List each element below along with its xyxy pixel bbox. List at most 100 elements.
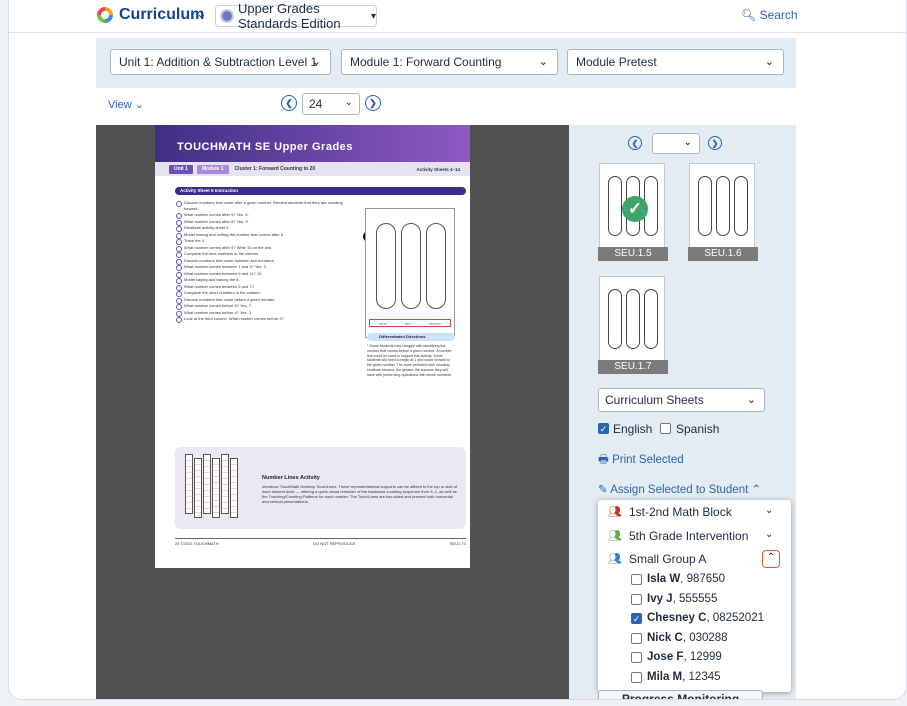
instruction-line: What number comes between 1 and 3? Yes, … <box>175 264 347 271</box>
thumbnail[interactable]: ✓ SEU.1.5 <box>598 163 668 261</box>
chevron-up-icon[interactable]: ⌃ <box>762 550 780 568</box>
document-page: TOUCHMATH SE Upper Grades Unit 1 Module … <box>155 125 470 568</box>
assign-to-student-link[interactable]: ✎ Assign Selected to Student ⌃ <box>598 482 761 496</box>
assessment-select[interactable]: Module Pretest ⌄ <box>567 49 784 75</box>
english-checkbox[interactable]: ✓ <box>598 423 609 434</box>
student-id: 12345 <box>688 670 721 683</box>
instruction-line: Complete the next numbers in the column. <box>175 251 347 258</box>
module-select-value: Module 1: Forward Counting <box>350 55 502 69</box>
page-select[interactable]: 24 ⌄ <box>302 93 360 115</box>
chevron-down-icon: ⌄ <box>134 99 144 111</box>
student-checkbox[interactable] <box>631 593 642 605</box>
chevron-down-icon: ⌄ <box>311 56 321 68</box>
instruction-line: What number comes before 4? Yes, 3. <box>175 310 347 316</box>
touchline-strip <box>203 454 211 514</box>
student-name: Nick C <box>647 631 683 644</box>
chevron-down-icon[interactable]: ⌄ <box>765 505 773 516</box>
thumbnail[interactable]: SEU.1.6 <box>688 163 758 261</box>
sheet-words: nine ten eleven <box>369 319 451 327</box>
page-number: 24 <box>309 97 323 111</box>
spanish-checkbox[interactable] <box>660 423 671 434</box>
diff-body: * Some students may struggle with identi… <box>367 344 452 377</box>
next-page-button[interactable]: ❯ <box>365 95 381 111</box>
view-menu[interactable]: View ⌄ <box>108 98 144 111</box>
doc-header: TOUCHMATH SE Upper Grades <box>155 125 470 162</box>
footer-left: 24 ©2022 TOUCHMATH <box>175 541 219 546</box>
nl-body: Introduce TouchMath Desktop TouchLines. … <box>262 484 458 504</box>
thumb-figure <box>626 289 640 349</box>
group-name: 1st-2nd Math Block <box>629 505 732 519</box>
student-checkbox[interactable] <box>631 652 642 663</box>
student-name: Jose F <box>647 651 684 663</box>
student-label: Isla W, 987650 <box>647 573 725 585</box>
touchline-strip <box>185 454 193 514</box>
student-item[interactable]: Ivy J, 555555 <box>631 592 781 608</box>
touchlines-image <box>185 454 247 520</box>
module-chip: Module 1 <box>196 164 229 174</box>
section-bar: Activity Sheet 5 Instruction <box>175 187 466 195</box>
edition-label: Upper Grades Standards Edition <box>238 1 341 31</box>
student-item[interactable]: Jose F, 12999 <box>631 650 781 666</box>
search-label: Search <box>759 8 798 22</box>
student-id: 12999 <box>689 651 722 663</box>
student-checkbox[interactable] <box>631 632 642 644</box>
thumb-page-select[interactable]: ⌄ <box>652 133 700 154</box>
edition-select[interactable]: Upper Grades Standards Edition ▾ <box>215 1 377 31</box>
divider <box>9 32 906 33</box>
chevron-down-icon: ⌄ <box>764 56 774 68</box>
touchline-strip <box>194 458 202 518</box>
group-item[interactable]: 👥︎ Small Group A ⌃ <box>598 548 791 570</box>
activity-sheet-preview: nine ten eleven <box>365 208 455 338</box>
doc-footer: 24 ©2022 TOUCHMATH DO NOT REPRODUCE SEU1… <box>175 538 466 548</box>
student-checkbox[interactable] <box>631 671 642 683</box>
instruction-line: Discuss numbers that come before a given… <box>175 297 347 303</box>
number-column <box>426 223 446 309</box>
student-item[interactable]: Isla W, 987650 <box>631 572 781 588</box>
thumb-figure <box>734 176 748 236</box>
number-lines-activity: Number Lines Activity Introduce TouchMat… <box>175 447 466 529</box>
module-select[interactable]: Module 1: Forward Counting ⌄ <box>341 49 558 75</box>
progress-monitoring-button[interactable]: Progress Monitoring <box>598 690 763 699</box>
nl-title: Number Lines Activity <box>262 475 320 481</box>
spanish-label: Spanish <box>676 422 720 436</box>
student-checkbox[interactable] <box>631 574 642 585</box>
thumbnail[interactable]: SEU.1.7 <box>598 276 668 374</box>
unit-select[interactable]: Unit 1: Addition & Subtraction Level 1 ⌄ <box>110 49 331 75</box>
sheet-word: ten <box>405 320 411 326</box>
student-label: Chesney C, 08252021 <box>647 612 764 624</box>
student-label: Mila M, 12345 <box>647 670 721 683</box>
student-checkbox[interactable]: ✓ <box>631 613 642 624</box>
group-item[interactable]: 👥︎ 1st-2nd Math Block ⌄ <box>598 501 791 523</box>
search-button[interactable]: 🔍︎ Search <box>741 8 798 22</box>
group-item[interactable]: 👥︎ 5th Grade Intervention ⌄ <box>598 525 791 547</box>
student-name: Mila M <box>647 670 683 683</box>
thumb-figure <box>698 176 712 236</box>
chevron-down-icon[interactable]: ⌄ <box>765 529 773 540</box>
instruction-line: Model tracing and writing the number tha… <box>175 232 347 238</box>
instruction-line: Trace the 4. <box>175 238 347 245</box>
curriculum-logo-icon <box>97 7 113 23</box>
touchline-strip <box>221 454 229 514</box>
instruction-line: What number comes between 9 and 11? 10. <box>175 271 347 277</box>
filter-bar: Unit 1: Addition & Subtraction Level 1 ⌄ … <box>96 38 796 88</box>
sheet-word: eleven <box>429 320 441 326</box>
chevron-down-icon[interactable]: ⌄ <box>196 6 207 22</box>
prev-page-button[interactable]: ❮ <box>281 95 297 111</box>
instruction-line: What number comes before 8? Yes, 7. <box>175 303 347 310</box>
sheet-type-select[interactable]: Curriculum Sheets ⌄ <box>598 388 765 412</box>
group-icon: 👥︎ <box>608 530 622 542</box>
student-item[interactable]: ✓ Chesney C, 08252021 <box>631 611 781 627</box>
prev-thumbs-button[interactable]: ❮ <box>628 136 642 150</box>
student-item[interactable]: Nick C, 030288 <box>631 631 781 647</box>
sheets-range: Activity Sheets 4–14 <box>416 166 460 172</box>
curriculum-menu[interactable]: Curriculum <box>119 6 204 24</box>
document-viewer[interactable]: TOUCHMATH SE Upper Grades Unit 1 Module … <box>96 125 569 699</box>
student-item[interactable]: Mila M, 12345 <box>631 670 781 686</box>
chevron-down-icon: ⌄ <box>683 137 692 148</box>
sheet-word: nine <box>379 320 387 326</box>
diff-title: Differentiated Directions <box>367 333 455 341</box>
next-thumbs-button[interactable]: ❯ <box>708 136 722 150</box>
student-group-dropdown[interactable]: 👥︎ 1st-2nd Math Block ⌄ 👥︎ 5th Grade Int… <box>598 500 791 692</box>
touchline-strip <box>212 458 220 518</box>
print-selected-link[interactable]: 🖶 Print Selected <box>598 452 684 471</box>
